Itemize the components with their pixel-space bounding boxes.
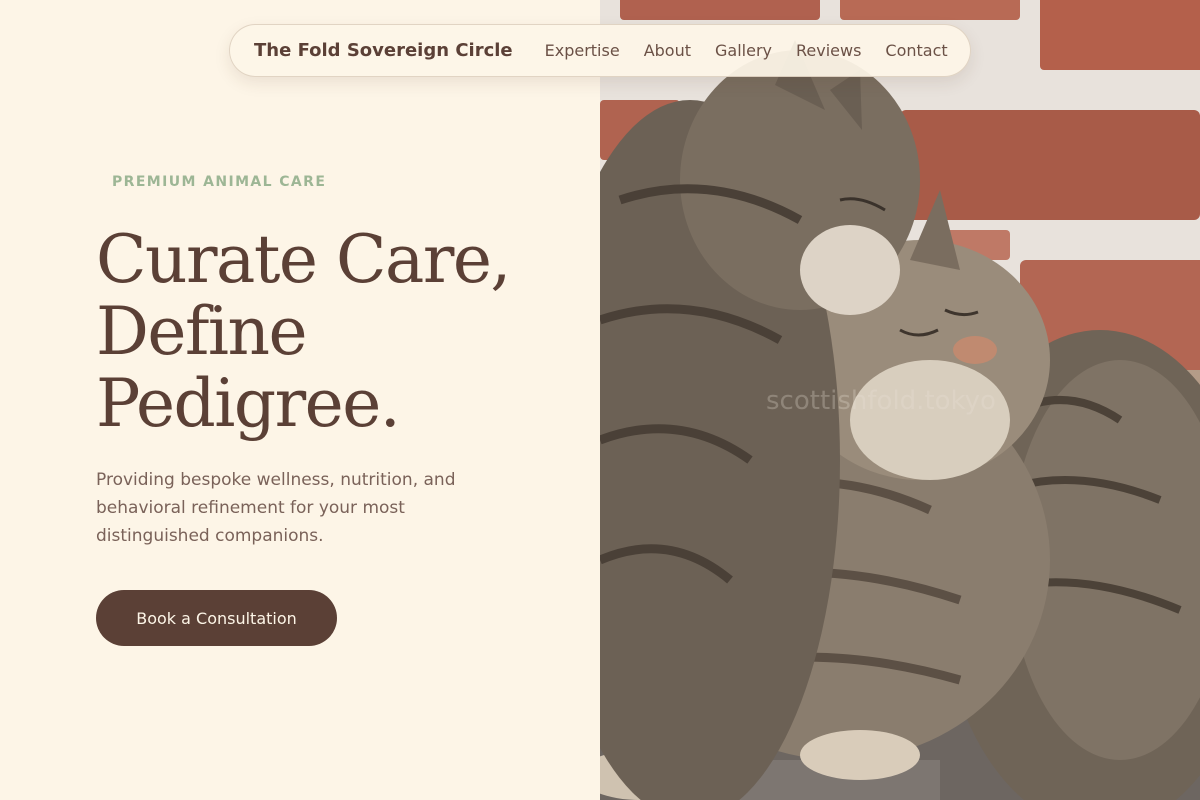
- headline-line-2: Define: [96, 293, 308, 370]
- nav-link-expertise[interactable]: Expertise: [545, 41, 620, 60]
- headline-line-3: Pedigree.: [96, 365, 401, 442]
- photo-watermark: scottishfold.tokyo: [766, 386, 996, 416]
- hero-left-panel: PREMIUM ANIMAL CARE Curate Care, Define …: [0, 0, 600, 800]
- nav-link-about[interactable]: About: [644, 41, 691, 60]
- nav-links: Expertise About Gallery Reviews Contact: [545, 41, 948, 60]
- headline-line-1: Curate Care,: [96, 221, 511, 298]
- nav-link-gallery[interactable]: Gallery: [715, 41, 772, 60]
- hero-image: scottishfold.tokyo: [600, 0, 1200, 800]
- hero-subtext: Providing bespoke wellness, nutrition, a…: [96, 470, 456, 546]
- nav-link-reviews[interactable]: Reviews: [796, 41, 861, 60]
- brand-name[interactable]: The Fold Sovereign Circle: [254, 40, 513, 61]
- nav-link-contact[interactable]: Contact: [885, 41, 947, 60]
- hero-headline: Curate Care, Define Pedigree.: [96, 224, 556, 440]
- top-navbar: The Fold Sovereign Circle Expertise Abou…: [229, 24, 971, 77]
- book-consultation-button[interactable]: Book a Consultation: [96, 590, 337, 646]
- hero-eyebrow: PREMIUM ANIMAL CARE: [112, 174, 327, 190]
